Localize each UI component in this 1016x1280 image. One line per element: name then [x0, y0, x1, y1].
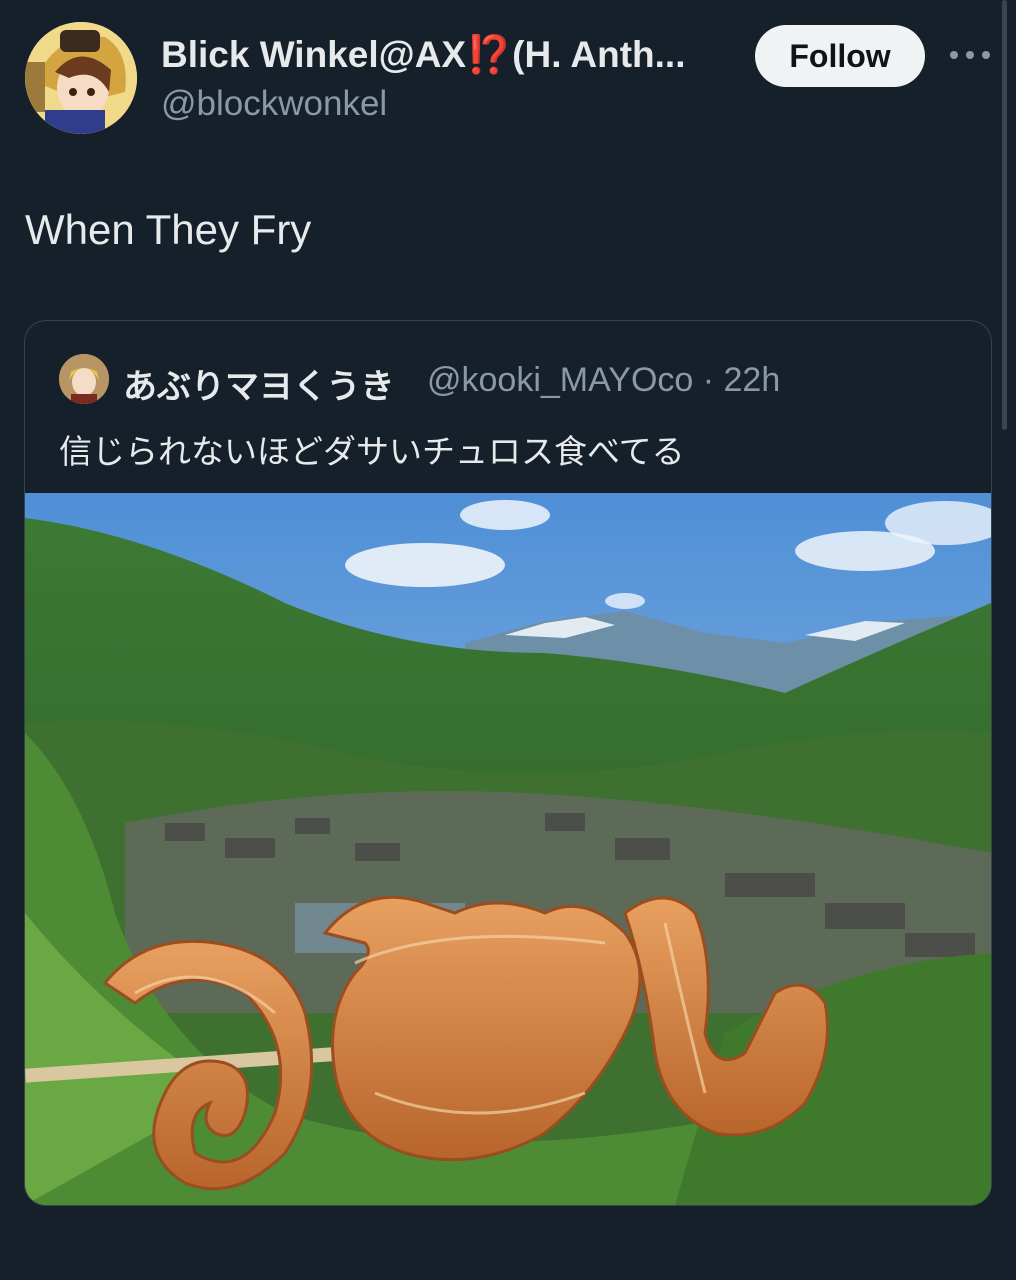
anime-avatar-icon [25, 22, 137, 134]
tweet-text: When They Fry [25, 206, 312, 253]
more-options-icon[interactable] [950, 48, 990, 62]
quoted-author-avatar[interactable] [59, 354, 109, 404]
quoted-author-name[interactable]: あぶりマヨくうき [123, 359, 394, 408]
quoted-tweet-text: 信じられないほどダサいチュロス食べてる [59, 433, 685, 470]
author-handle[interactable]: @blockwonkel [161, 84, 387, 124]
author-avatar[interactable] [25, 22, 137, 134]
quoted-author-handle-time[interactable]: @kooki_MAYOco · 22h [427, 361, 780, 400]
anime-avatar-icon [59, 354, 109, 404]
churros-photo-image [25, 493, 991, 1205]
follow-button[interactable]: Follow [755, 25, 925, 87]
churros-photo[interactable] [25, 493, 991, 1205]
author-display-name[interactable]: Blick Winkel@AX⁉️(H. Anth... [161, 34, 686, 77]
quoted-tweet-card[interactable]: あぶりマヨくうき @kooki_MAYOco · 22h 信じられないほどダサい… [24, 320, 992, 1206]
scrollbar[interactable] [1002, 0, 1007, 430]
